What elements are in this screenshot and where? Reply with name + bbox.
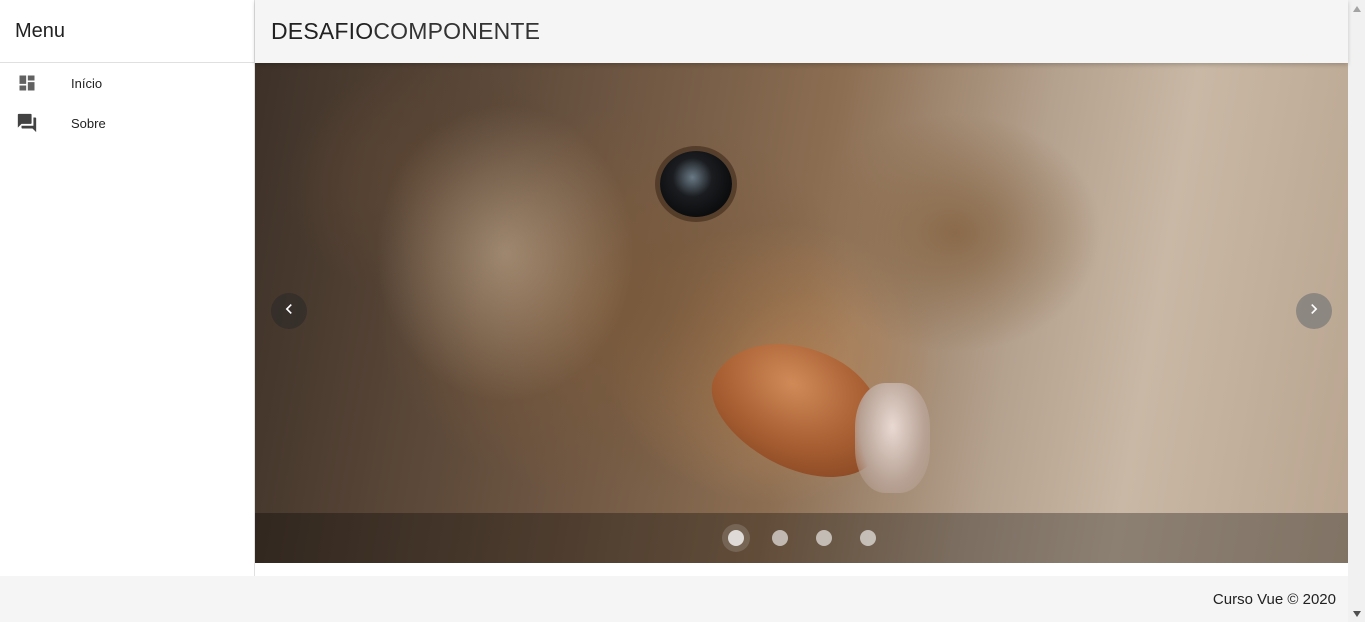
carousel-delimiters (255, 513, 1348, 563)
chevron-left-icon (279, 299, 299, 324)
chevron-right-icon (1304, 299, 1324, 324)
carousel-dot-3[interactable] (815, 530, 832, 546)
app-toolbar: DESAFIOCOMPONENTE (255, 0, 1348, 63)
dashboard-icon (16, 72, 38, 94)
sidebar-item-label: Início (71, 75, 103, 91)
page-scrollbar[interactable] (1348, 0, 1365, 622)
sidebar-item-inicio[interactable]: Início (0, 63, 254, 103)
squirrel-eye (660, 151, 732, 217)
navigation-drawer: Menu Início Sobre (0, 0, 255, 576)
app-footer: Curso Vue © 2020 (0, 576, 1348, 622)
drawer-title: Menu (0, 0, 254, 63)
footer-text: Curso Vue © 2020 (1212, 590, 1336, 608)
image-carousel (255, 63, 1348, 563)
scroll-down-arrow-icon[interactable] (1348, 605, 1365, 622)
sidebar-item-label: Sobre (71, 115, 106, 131)
carousel-dot-1[interactable] (727, 530, 744, 546)
squirrel-fur-highlight (375, 103, 635, 403)
scroll-up-arrow-icon[interactable] (1348, 0, 1365, 17)
sidebar-item-sobre[interactable]: Sobre (0, 103, 254, 143)
carousel-dot-2[interactable] (771, 530, 788, 546)
carousel-next-button[interactable] (1296, 293, 1332, 329)
page-title-bold: DESAFIO (271, 18, 374, 44)
forum-icon (16, 112, 38, 134)
page-title: DESAFIOCOMPONENTE (271, 18, 540, 45)
squirrel-paw (855, 383, 930, 493)
page-title-light: COMPONENTE (373, 18, 541, 44)
carousel-dot-4[interactable] (859, 530, 876, 546)
carousel-prev-button[interactable] (271, 293, 307, 329)
app-root: Menu Início Sobre DESAFIOCOMPONENTE Curs… (0, 0, 1365, 622)
